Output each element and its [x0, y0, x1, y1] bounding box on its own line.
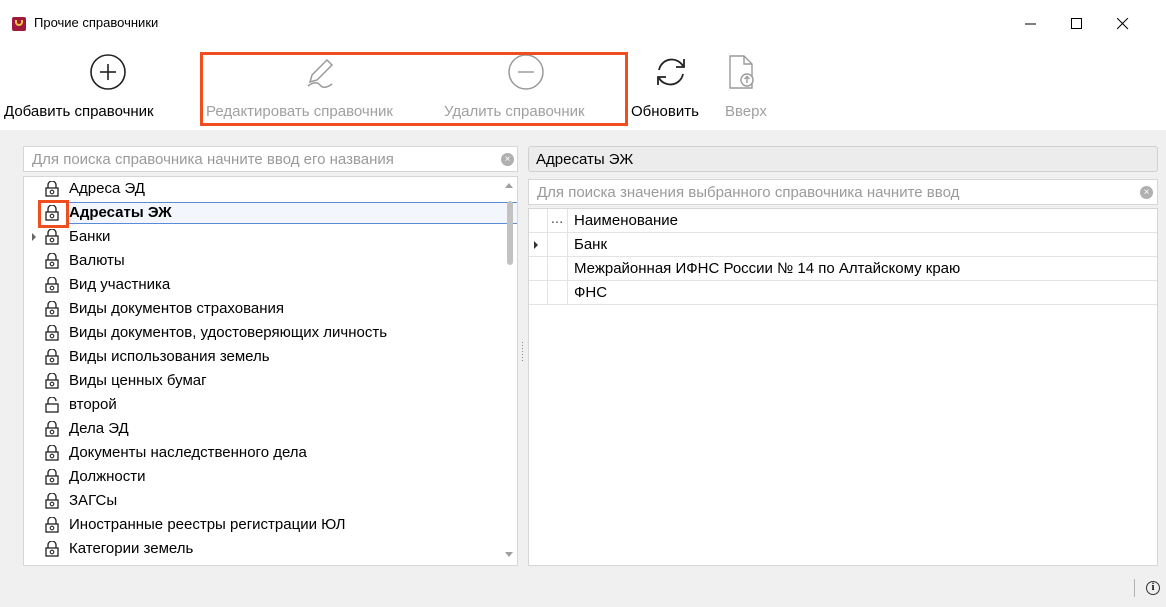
value-search-field[interactable]: ×: [528, 179, 1158, 205]
column-header-name[interactable]: Наименование: [574, 212, 678, 229]
up-button[interactable]: Вверх: [722, 40, 782, 128]
values-grid: ... Наименование Банк Межрайонная ИФНС Ро…: [528, 208, 1158, 566]
table-row[interactable]: ФНС: [529, 281, 1157, 305]
refresh-button[interactable]: Обновить: [629, 40, 715, 128]
lock-icon: [45, 372, 59, 393]
lock-icon: [45, 252, 59, 273]
tree-item-label: Виды документов, удостоверяющих личность: [69, 324, 388, 341]
up-label: Вверх: [725, 103, 767, 120]
window-title: Прочие справочники: [34, 15, 159, 30]
highlight-edit-delete: [200, 52, 628, 126]
close-icon: [1117, 18, 1129, 30]
tree-item-label: Иностранные реестры регистрации ЮЛ: [69, 516, 346, 533]
directory-search-input[interactable]: [30, 150, 494, 169]
scroll-down-icon[interactable]: [505, 552, 513, 557]
tree-item[interactable]: Вид участника: [24, 273, 504, 297]
lock-icon: [45, 324, 59, 345]
tree-item-label: Виды использования земель: [69, 348, 270, 365]
app-icon: [12, 17, 26, 31]
clear-value-search-icon[interactable]: ×: [1140, 186, 1153, 199]
tree-item[interactable]: Адресаты ЭЖ: [24, 201, 517, 225]
directory-tree: Категории земель Иностранные реестры реги…: [23, 176, 518, 566]
selected-directory-header: Адресаты ЭЖ: [528, 146, 1158, 172]
tree-item-label: Виды ценных бумаг: [69, 372, 207, 389]
table-row[interactable]: Межрайонная ИФНС России № 14 по Алтайско…: [529, 257, 1157, 281]
tree-item-label: Категории земель: [69, 540, 194, 557]
highlight-lock-icon: [38, 200, 69, 228]
table-cell: Межрайонная ИФНС России № 14 по Алтайско…: [574, 260, 961, 277]
maximize-icon: [1071, 18, 1082, 29]
tree-item-label: ЗАГСы: [69, 492, 118, 509]
plus-circle-icon: [90, 54, 126, 90]
tree-item-label: второй: [69, 396, 117, 413]
current-row-icon: [534, 241, 538, 249]
document-up-icon: [729, 55, 754, 89]
directory-search-field[interactable]: ×: [23, 146, 518, 172]
table-cell: Банк: [574, 236, 608, 253]
add-directory-label: Добавить справочник: [4, 103, 154, 120]
tree-item[interactable]: Иностранные реестры регистрации ЮЛ: [24, 513, 504, 537]
lock-icon: [45, 300, 59, 321]
tree-item[interactable]: Валюты: [24, 249, 504, 273]
lock-icon: [45, 420, 59, 441]
tree-item[interactable]: Виды ценных бумаг: [24, 369, 504, 393]
tree-item[interactable]: Дела ЭД: [24, 417, 504, 441]
tree-item-label: Адреса ЭД: [69, 180, 145, 197]
tree-item[interactable]: Адреса ЭД: [24, 177, 504, 201]
column-chooser-button[interactable]: ...: [547, 209, 568, 232]
status-bar: i: [0, 567, 1166, 607]
lock-icon: [45, 492, 59, 513]
tree-item-label: Документы наследственного дела: [69, 444, 307, 461]
maximize-button[interactable]: [1054, 8, 1100, 40]
minimize-icon: [1025, 23, 1036, 25]
lock-icon: [45, 540, 59, 561]
add-directory-button[interactable]: Добавить справочник: [0, 40, 198, 128]
lock-icon: [45, 516, 59, 537]
tree-item-label: Дела ЭД: [69, 420, 129, 437]
tree-item[interactable]: Виды использования земель: [24, 345, 504, 369]
lock-icon: [45, 228, 59, 249]
lock-icon: [45, 180, 59, 201]
tree-item-label: Валюты: [69, 252, 125, 269]
info-icon[interactable]: i: [1146, 581, 1160, 595]
tree-item[interactable]: второй: [24, 393, 504, 417]
minimize-button[interactable]: [1008, 8, 1054, 40]
title-bar: Прочие справочники: [0, 0, 1166, 40]
tree-item[interactable]: Банки: [24, 225, 504, 249]
scrollbar-thumb[interactable]: [507, 201, 513, 265]
tree-item-label: Вид участника: [69, 276, 171, 293]
tree-item[interactable]: ЗАГСы: [24, 489, 504, 513]
clear-search-icon[interactable]: ×: [501, 153, 514, 166]
tree-item-label: Виды документов страхования: [69, 300, 285, 317]
tree-item[interactable]: Виды документов, удостоверяющих личность: [24, 321, 504, 345]
value-search-input[interactable]: [535, 183, 1129, 202]
tree-item[interactable]: Должности: [24, 465, 504, 489]
tree-item-label: Банки: [69, 228, 111, 245]
refresh-icon: [657, 58, 685, 86]
refresh-label: Обновить: [631, 103, 699, 120]
lock-icon: [45, 468, 59, 489]
tree-item[interactable]: Документы наследственного дела: [24, 441, 504, 465]
lock-icon: [45, 444, 59, 465]
selected-directory-title: Адресаты ЭЖ: [536, 151, 634, 168]
tree-item-label: Должности: [69, 468, 146, 485]
close-button[interactable]: [1100, 8, 1146, 40]
tree-scrollbar[interactable]: [502, 177, 516, 565]
panel-splitter[interactable]: [521, 340, 524, 370]
tree-item[interactable]: Категории земель: [24, 537, 504, 561]
grid-header-row: ... Наименование: [529, 209, 1157, 233]
tree-item-label: Адресаты ЭЖ: [69, 204, 172, 221]
unlock-icon: [45, 396, 59, 417]
scroll-up-icon[interactable]: [505, 183, 513, 188]
tree-item[interactable]: Виды документов страхования: [24, 297, 504, 321]
expand-icon[interactable]: [32, 233, 36, 241]
table-cell: ФНС: [574, 284, 608, 301]
lock-icon: [45, 348, 59, 369]
table-row[interactable]: Банк: [529, 233, 1157, 257]
lock-icon: [45, 276, 59, 297]
